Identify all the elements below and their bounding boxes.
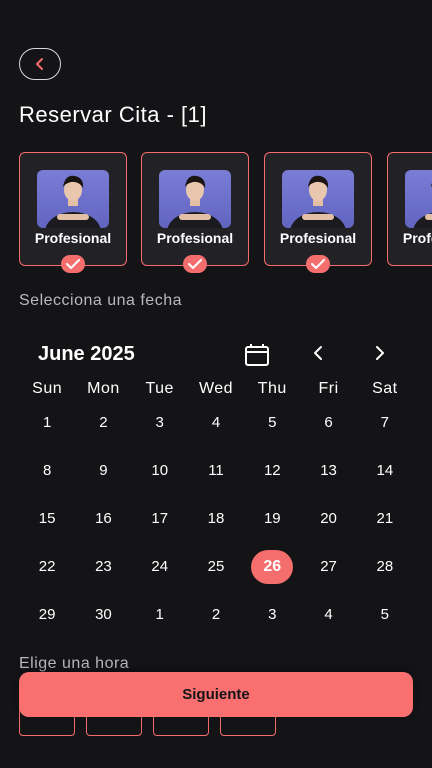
calendar-icon[interactable] bbox=[244, 343, 270, 367]
next-button[interactable]: Siguiente bbox=[19, 672, 413, 717]
calendar-day[interactable]: 1 bbox=[132, 598, 188, 632]
chevron-left-icon[interactable] bbox=[312, 345, 324, 361]
professional-card[interactable]: Profesional bbox=[141, 152, 249, 266]
calendar-day[interactable]: 30 bbox=[75, 598, 131, 632]
calendar-month-title: June 2025 bbox=[38, 343, 135, 365]
date-section-label: Selecciona una fecha bbox=[19, 292, 182, 309]
calendar-day[interactable]: 10 bbox=[132, 454, 188, 488]
back-button[interactable] bbox=[19, 48, 61, 80]
calendar-day[interactable]: 2 bbox=[75, 406, 131, 440]
calendar-day[interactable]: 5 bbox=[357, 598, 413, 632]
calendar-day[interactable]: 19 bbox=[244, 502, 300, 536]
calendar-weekdays: Sun Mon Tue Wed Thu Fri Sat bbox=[19, 380, 413, 398]
calendar-day[interactable]: 12 bbox=[244, 454, 300, 488]
professional-avatar bbox=[37, 170, 109, 228]
calendar-day[interactable]: 21 bbox=[357, 502, 413, 536]
calendar-day[interactable]: 22 bbox=[19, 550, 75, 584]
professional-card[interactable]: Profesional bbox=[387, 152, 432, 266]
weekday-label: Mon bbox=[87, 380, 120, 397]
calendar-day[interactable]: 3 bbox=[244, 598, 300, 632]
calendar-day[interactable]: 7 bbox=[357, 406, 413, 440]
calendar-week: 1 2 3 4 5 6 7 bbox=[19, 406, 413, 440]
weekday-label: Sun bbox=[32, 380, 63, 397]
calendar-day[interactable]: 17 bbox=[132, 502, 188, 536]
chevron-left-icon bbox=[36, 58, 43, 70]
calendar-header: June 2025 bbox=[38, 343, 398, 369]
page-title: Reservar Cita - [1] bbox=[19, 102, 207, 127]
calendar-day[interactable]: 8 bbox=[19, 454, 75, 488]
calendar-week: 8 9 10 11 12 13 14 bbox=[19, 454, 413, 488]
chevron-right-icon[interactable] bbox=[374, 345, 386, 361]
weekday-label: Tue bbox=[145, 380, 174, 397]
check-icon bbox=[183, 255, 207, 273]
calendar-day[interactable]: 16 bbox=[75, 502, 131, 536]
professional-avatar bbox=[282, 170, 354, 228]
calendar-day[interactable]: 24 bbox=[132, 550, 188, 584]
check-icon bbox=[306, 255, 330, 273]
calendar-day[interactable]: 11 bbox=[188, 454, 244, 488]
professional-label: Profesional bbox=[402, 230, 432, 246]
calendar-day-selected[interactable]: 26 bbox=[244, 550, 300, 584]
selected-day-label: 26 bbox=[251, 550, 294, 584]
calendar-day[interactable]: 25 bbox=[188, 550, 244, 584]
professional-avatar bbox=[405, 170, 432, 228]
calendar-day[interactable]: 4 bbox=[300, 598, 356, 632]
calendar-day[interactable]: 6 bbox=[300, 406, 356, 440]
calendar-day[interactable]: 13 bbox=[300, 454, 356, 488]
calendar-week: 22 23 24 25 26 27 28 bbox=[19, 550, 413, 584]
calendar-week: 29 30 1 2 3 4 5 bbox=[19, 598, 413, 632]
calendar-day[interactable]: 9 bbox=[75, 454, 131, 488]
professional-label: Profesional bbox=[279, 230, 357, 246]
calendar-day[interactable]: 23 bbox=[75, 550, 131, 584]
weekday-label: Fri bbox=[318, 380, 339, 397]
calendar-day[interactable]: 3 bbox=[132, 406, 188, 440]
professional-avatar bbox=[159, 170, 231, 228]
calendar-day[interactable]: 5 bbox=[244, 406, 300, 440]
time-section-label: Elige una hora bbox=[19, 655, 130, 672]
weekday-label: Sat bbox=[372, 380, 398, 397]
weekday-label: Thu bbox=[257, 380, 287, 397]
calendar-week: 15 16 17 18 19 20 21 bbox=[19, 502, 413, 536]
weekday-label: Wed bbox=[198, 380, 234, 397]
professional-card[interactable]: Profesional bbox=[19, 152, 127, 266]
professional-label: Profesional bbox=[34, 230, 112, 246]
calendar-day[interactable]: 27 bbox=[300, 550, 356, 584]
calendar-day[interactable]: 1 bbox=[19, 406, 75, 440]
professional-card[interactable]: Profesional bbox=[264, 152, 372, 266]
calendar-day[interactable]: 2 bbox=[188, 598, 244, 632]
calendar-day[interactable]: 20 bbox=[300, 502, 356, 536]
calendar-day[interactable]: 29 bbox=[19, 598, 75, 632]
calendar-day[interactable]: 28 bbox=[357, 550, 413, 584]
check-icon bbox=[61, 255, 85, 273]
calendar-day[interactable]: 14 bbox=[357, 454, 413, 488]
professional-label: Profesional bbox=[156, 230, 234, 246]
calendar-day[interactable]: 4 bbox=[188, 406, 244, 440]
calendar-day[interactable]: 18 bbox=[188, 502, 244, 536]
calendar-day[interactable]: 15 bbox=[19, 502, 75, 536]
